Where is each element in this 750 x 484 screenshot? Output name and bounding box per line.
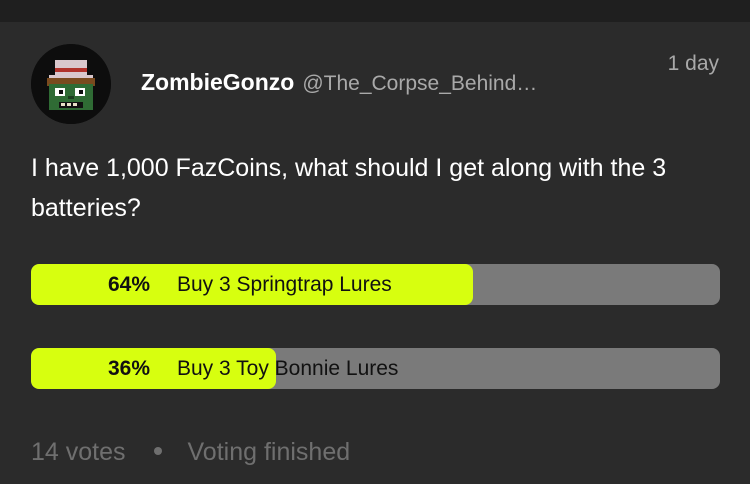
poll-status: Voting finished: [187, 438, 351, 466]
post-author: ZombieGonzo @The_Corpse_Behind…: [141, 69, 537, 99]
author-display-name[interactable]: ZombieGonzo: [141, 69, 294, 95]
page: ZombieGonzo @The_Corpse_Behind… 1 day I h…: [0, 0, 750, 484]
separator-dot-icon: [153, 447, 162, 456]
author-handle[interactable]: @The_Corpse_Behind…: [302, 72, 537, 95]
vote-count: 14 votes: [31, 438, 126, 466]
poll-post-card: ZombieGonzo @The_Corpse_Behind… 1 day I h…: [0, 22, 750, 484]
poll-option-percent: 36%: [107, 357, 150, 380]
poll-footer: 14 votes Voting finished: [31, 434, 350, 470]
post-timestamp: 1 day: [667, 52, 719, 75]
poll-option-toy-bonnie[interactable]: 36% Buy 3 Toy Bonnie Lures: [31, 348, 720, 389]
poll-question: I have 1,000 FazCoins, what should I get…: [31, 154, 667, 222]
poll-option-label: Buy 3 Springtrap Lures: [177, 273, 392, 296]
zombie-avatar-icon[interactable]: [31, 44, 111, 124]
poll-option-percent: 64%: [107, 273, 150, 296]
poll-option-label: Buy 3 Toy Bonnie Lures: [177, 357, 399, 380]
poll-option-springtrap[interactable]: 64% Buy 3 Springtrap Lures: [31, 264, 720, 305]
